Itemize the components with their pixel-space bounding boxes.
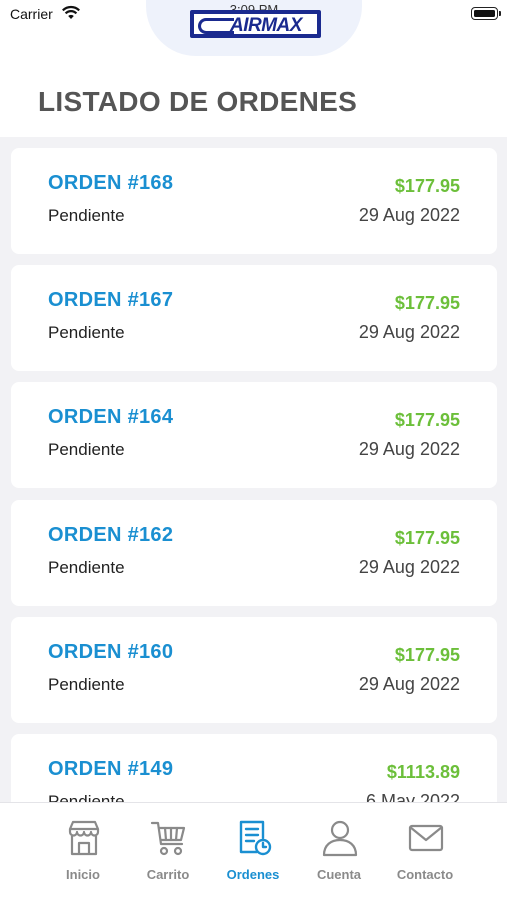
order-number: ORDEN #162 — [48, 524, 174, 546]
tab-label: Contacto — [396, 867, 454, 882]
order-card[interactable]: ORDEN #162 Pendiente $177.95 29 Aug 2022 — [11, 500, 497, 606]
order-status: Pendiente — [48, 792, 125, 802]
order-total: $177.95 — [394, 410, 460, 430]
order-status: Pendiente — [48, 558, 125, 577]
order-date: 29 Aug 2022 — [358, 674, 460, 694]
logo-swoosh — [198, 18, 234, 34]
order-card[interactable]: ORDEN #167 Pendiente $177.95 29 Aug 2022 — [11, 265, 497, 371]
order-number: ORDEN #168 — [48, 172, 174, 194]
order-date: 6 May 2022 — [365, 791, 460, 802]
mail-icon — [408, 824, 444, 852]
order-status: Pendiente — [48, 323, 125, 342]
tab-label: Inicio — [66, 867, 100, 882]
order-status: Pendiente — [48, 440, 125, 459]
order-card[interactable]: ORDEN #160 Pendiente $177.95 29 Aug 2022 — [11, 617, 497, 723]
wifi-icon — [62, 5, 80, 19]
tab-cuenta[interactable]: Cuenta — [296, 803, 382, 900]
order-card[interactable]: ORDEN #168 Pendiente $177.95 29 Aug 2022 — [11, 148, 497, 254]
orders-list[interactable]: ORDEN #168 Pendiente $177.95 29 Aug 2022… — [0, 137, 507, 802]
battery-icon — [471, 7, 501, 20]
orders-icon — [239, 820, 272, 856]
order-number: ORDEN #149 — [48, 758, 174, 780]
user-icon — [322, 820, 358, 857]
logo-inner: AIRMAX — [194, 14, 317, 36]
order-total: $177.95 — [394, 293, 460, 313]
tab-bar: Inicio Carrito Ordenes Cuenta Contacto — [0, 802, 507, 900]
order-status: Pendiente — [48, 206, 125, 225]
cart-icon — [150, 821, 186, 856]
tab-label: Cuenta — [316, 867, 362, 882]
order-date: 29 Aug 2022 — [358, 439, 460, 459]
order-card[interactable]: ORDEN #149 Pendiente $1113.89 6 May 2022 — [11, 734, 497, 802]
tab-contacto[interactable]: Contacto — [382, 803, 468, 900]
store-icon — [68, 820, 100, 856]
tab-label: Carrito — [146, 867, 190, 882]
carrier-label: Carrier — [10, 6, 53, 22]
tab-carrito[interactable]: Carrito — [125, 803, 211, 900]
order-date: 29 Aug 2022 — [358, 322, 460, 342]
tab-label: Ordenes — [226, 867, 280, 882]
order-total: $177.95 — [394, 528, 460, 548]
order-total: $1113.89 — [386, 762, 460, 782]
order-number: ORDEN #164 — [48, 406, 174, 428]
order-number: ORDEN #167 — [48, 289, 174, 311]
logo-text: AIRMAX — [230, 15, 302, 36]
order-total: $177.95 — [394, 645, 460, 665]
airmax-logo: AIRMAX — [190, 10, 321, 38]
order-date: 29 Aug 2022 — [358, 557, 460, 577]
tab-ordenes[interactable]: Ordenes — [210, 803, 296, 900]
order-date: 29 Aug 2022 — [358, 205, 460, 225]
order-number: ORDEN #160 — [48, 641, 174, 663]
tab-inicio[interactable]: Inicio — [40, 803, 126, 900]
order-card[interactable]: ORDEN #164 Pendiente $177.95 29 Aug 2022 — [11, 382, 497, 488]
order-total: $177.95 — [394, 176, 460, 196]
page-title: LISTADO DE ORDENES — [38, 86, 358, 117]
order-status: Pendiente — [48, 675, 125, 694]
